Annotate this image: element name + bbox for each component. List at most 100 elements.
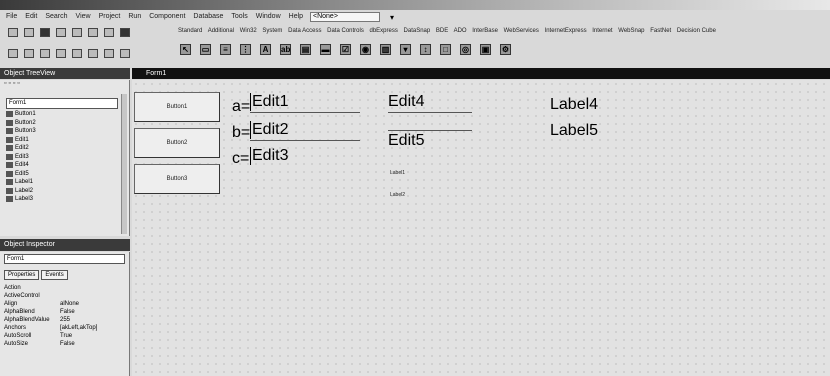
tab-internet[interactable]: Internet [592, 28, 612, 34]
radiogroup-icon[interactable]: ◎ [460, 44, 471, 55]
menu-search[interactable]: Search [45, 11, 67, 23]
view-form-icon[interactable] [24, 48, 34, 58]
actionlist-icon[interactable]: ⚙ [500, 44, 511, 55]
chevron-down-icon[interactable]: ▾ [390, 13, 394, 22]
property-value[interactable]: False [60, 308, 120, 316]
edit-2[interactable]: Edit2 [250, 120, 360, 141]
property-row[interactable]: ActiveControl [4, 292, 122, 300]
property-value[interactable]: True [60, 332, 120, 340]
edit-icon[interactable]: ab [280, 44, 291, 55]
property-row[interactable]: Align alNone [4, 300, 122, 308]
add-file-icon[interactable] [88, 27, 98, 37]
tab-data-controls[interactable]: Data Controls [327, 28, 364, 34]
tab-decision-cube[interactable]: Decision Cube [677, 28, 716, 34]
label-5[interactable]: Label5 [550, 122, 598, 140]
tree-item[interactable]: Edit1 [6, 136, 118, 145]
new-icon[interactable] [8, 27, 18, 37]
popupmenu-icon[interactable]: ⋮ [240, 44, 251, 55]
tree-item[interactable]: Edit5 [6, 170, 118, 179]
edit-4[interactable]: Edit4 [388, 92, 472, 113]
tab-dbexpress[interactable]: dbExpress [370, 28, 398, 34]
combobox-icon[interactable]: ▾ [400, 44, 411, 55]
pause-icon[interactable] [88, 48, 98, 58]
trace-into-icon[interactable] [104, 48, 114, 58]
tab-bde[interactable]: BDE [436, 28, 448, 34]
panel-icon[interactable]: ▣ [480, 44, 491, 55]
tab-websnap[interactable]: WebSnap [618, 28, 644, 34]
listbox-icon[interactable]: ▥ [380, 44, 391, 55]
property-value[interactable] [60, 284, 120, 292]
property-row[interactable]: AutoSize False [4, 340, 122, 348]
pointer-icon[interactable]: ↖ [180, 44, 191, 55]
menu-project[interactable]: Project [99, 11, 121, 23]
menu-edit[interactable]: Edit [25, 11, 37, 23]
label-1[interactable]: Label1 [390, 170, 405, 176]
mainmenu-icon[interactable]: ≡ [220, 44, 231, 55]
tree-item[interactable]: Label2 [6, 187, 118, 196]
label-a[interactable]: a= [232, 98, 250, 116]
tab-ado[interactable]: ADO [454, 28, 467, 34]
tab-win32[interactable]: Win32 [240, 28, 257, 34]
run-icon[interactable] [72, 48, 82, 58]
new-form-icon[interactable] [56, 48, 66, 58]
form-caption[interactable]: Form1 [132, 68, 830, 79]
edit-1[interactable]: Edit1 [250, 92, 360, 113]
checkbox-icon[interactable]: ☑ [340, 44, 351, 55]
tree-item[interactable]: Button2 [6, 119, 118, 128]
frame-icon[interactable]: ▭ [200, 44, 211, 55]
tree-item[interactable]: Button1 [6, 110, 118, 119]
object-inspector-title[interactable]: Object Inspector [0, 239, 130, 251]
menu-view[interactable]: View [76, 11, 91, 23]
property-row[interactable]: AlphaBlendValue 255 [4, 316, 122, 324]
menu-help[interactable]: Help [289, 11, 303, 23]
property-row[interactable]: AlphaBlend False [4, 308, 122, 316]
button-icon[interactable]: ▬ [320, 44, 331, 55]
help-icon[interactable] [120, 27, 130, 37]
tab-datasnap[interactable]: DataSnap [404, 28, 431, 34]
tab-events[interactable]: Events [41, 270, 68, 280]
save-icon[interactable] [40, 27, 50, 37]
tree-item[interactable]: Edit2 [6, 144, 118, 153]
tree-item[interactable]: Label3 [6, 195, 118, 204]
tree-item[interactable]: Edit4 [6, 161, 118, 170]
menu-database[interactable]: Database [193, 11, 223, 23]
toggle-icon[interactable] [40, 48, 50, 58]
treeview-scrollbar[interactable] [121, 94, 127, 234]
open-icon[interactable] [24, 27, 34, 37]
tab-internetexpress[interactable]: InternetExpress [545, 28, 587, 34]
groupbox-icon[interactable]: □ [440, 44, 451, 55]
tree-root[interactable]: Form1 [6, 98, 118, 109]
form-button-3[interactable]: Button3 [134, 164, 220, 194]
menu-file[interactable]: File [6, 11, 17, 23]
label-icon[interactable]: A [260, 44, 271, 55]
open-project-icon[interactable] [72, 27, 82, 37]
label-c[interactable]: c= [232, 150, 249, 168]
property-row[interactable]: Action [4, 284, 122, 292]
scrollbar-icon[interactable]: ↕ [420, 44, 431, 55]
form-button-2[interactable]: Button2 [134, 128, 220, 158]
property-value[interactable] [60, 292, 120, 300]
remove-file-icon[interactable] [104, 27, 114, 37]
menu-run[interactable]: Run [128, 11, 141, 23]
tree-item[interactable]: Button3 [6, 127, 118, 136]
form-canvas[interactable]: Button1 Button2 Button3 a= b= c= Edit1 E… [132, 80, 830, 376]
tab-properties[interactable]: Properties [4, 270, 40, 280]
property-value[interactable]: False [60, 340, 120, 348]
tree-item[interactable]: Label1 [6, 178, 118, 187]
label-4[interactable]: Label4 [550, 96, 598, 114]
radiobutton-icon[interactable]: ◉ [360, 44, 371, 55]
tab-system[interactable]: System [262, 28, 282, 34]
step-over-icon[interactable] [120, 48, 130, 58]
view-unit-icon[interactable] [8, 48, 18, 58]
tab-webservices[interactable]: WebServices [504, 28, 539, 34]
label-b[interactable]: b= [232, 124, 250, 142]
tab-standard[interactable]: Standard [178, 28, 202, 34]
tab-data-access[interactable]: Data Access [288, 28, 321, 34]
property-value[interactable]: 255 [60, 316, 120, 324]
memo-icon[interactable]: ▤ [300, 44, 311, 55]
property-value[interactable]: [akLeft,akTop] [60, 324, 120, 332]
menu-window[interactable]: Window [256, 11, 281, 23]
edit-5[interactable]: Edit5 [388, 130, 472, 151]
property-row[interactable]: Anchors [akLeft,akTop] [4, 324, 122, 332]
tab-additional[interactable]: Additional [208, 28, 234, 34]
